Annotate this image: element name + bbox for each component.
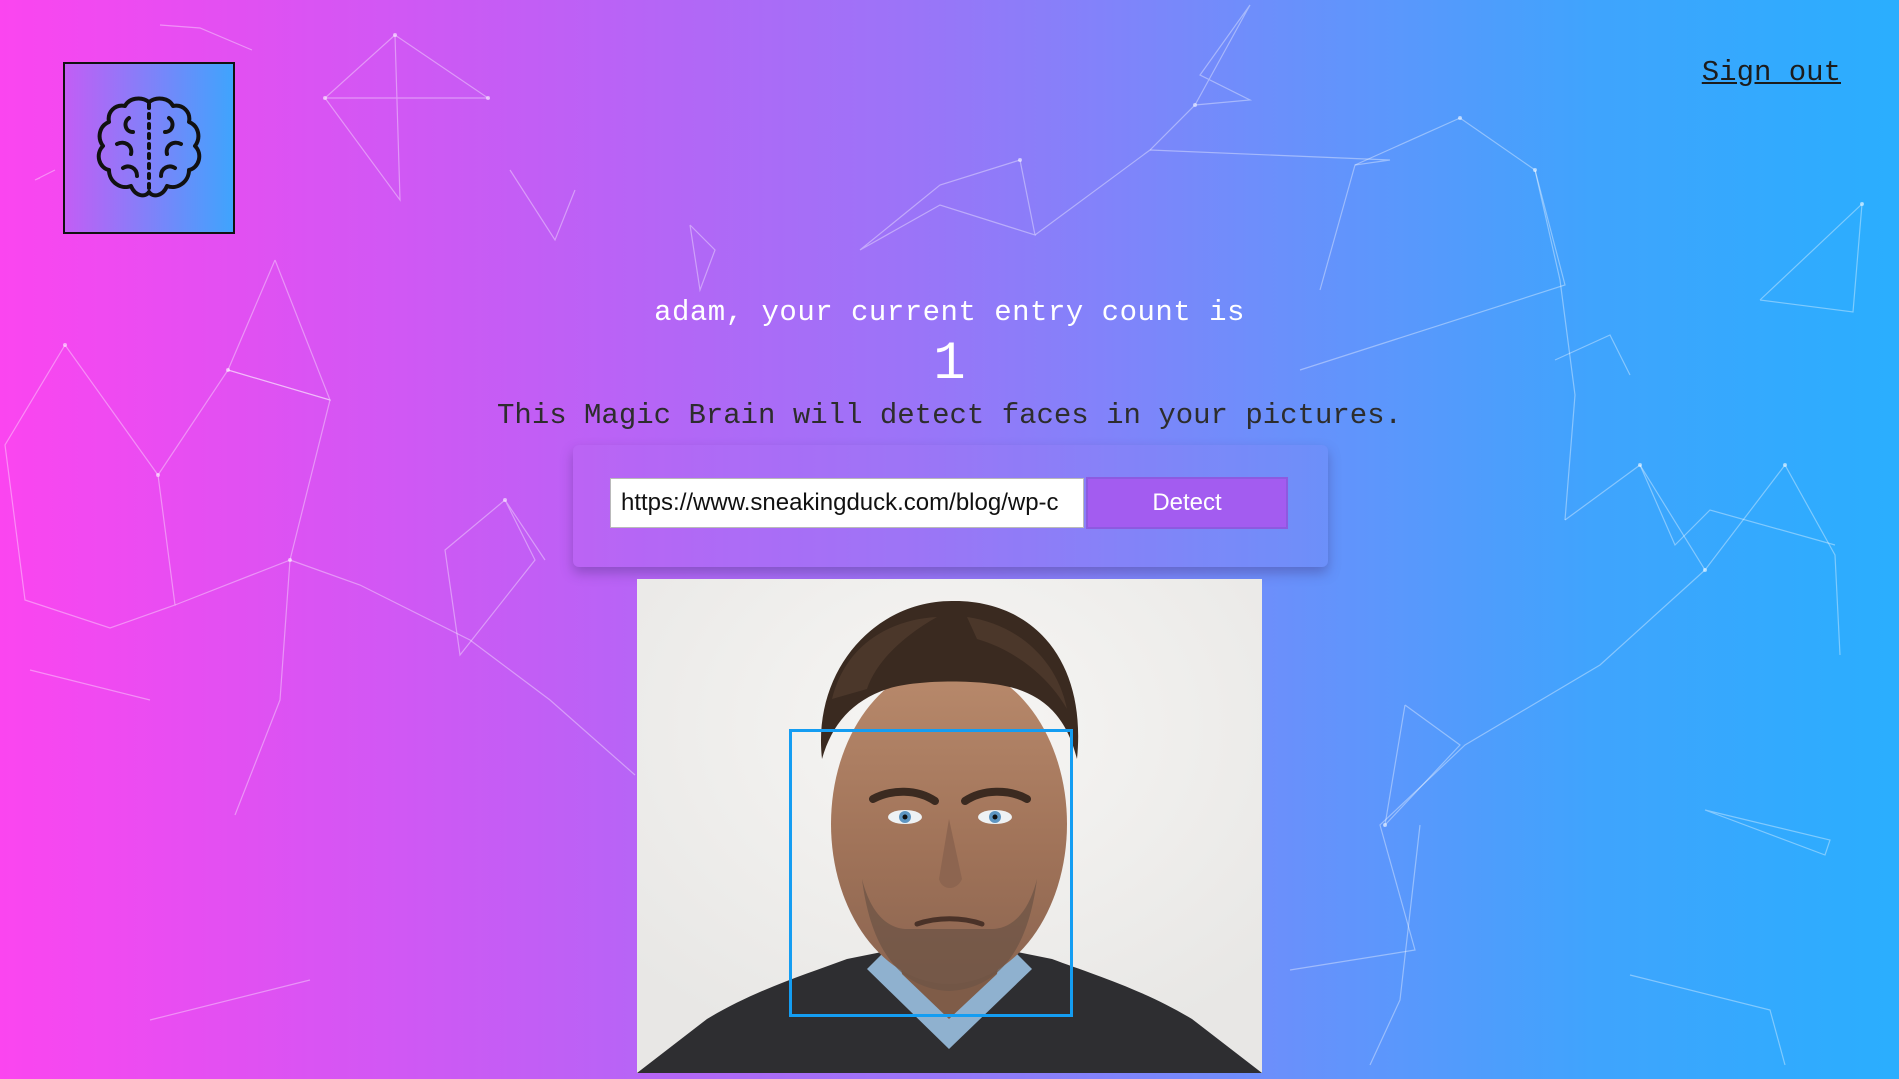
logo[interactable]: [63, 62, 235, 234]
app-tagline: This Magic Brain will detect faces in yo…: [497, 399, 1402, 432]
sign-out-link[interactable]: Sign out: [1702, 56, 1841, 89]
face-bounding-box: [789, 729, 1073, 1017]
image-url-input[interactable]: [610, 478, 1084, 528]
brain-icon: [96, 96, 202, 198]
entry-count-value: 1: [933, 334, 966, 395]
detect-button[interactable]: Detect: [1086, 477, 1288, 529]
entry-count-greeting: adam, your current entry count is: [654, 296, 1245, 329]
